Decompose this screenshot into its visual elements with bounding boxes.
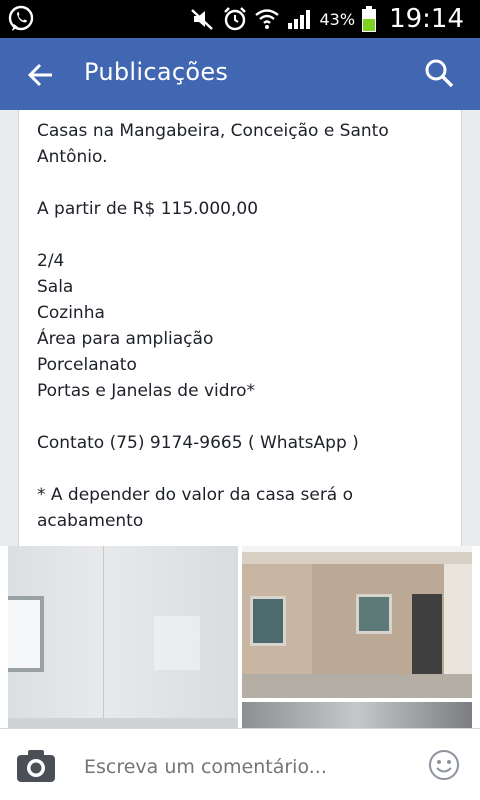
photo-third[interactable]	[242, 702, 472, 728]
search-icon[interactable]	[424, 58, 454, 88]
post-line: A partir de R$ 115.000,00	[37, 199, 259, 219]
post-line: Casas na Mangabeira, Conceição e Santo A…	[37, 121, 389, 167]
comment-bar	[0, 728, 480, 800]
wifi-icon	[254, 9, 279, 29]
post-photos	[0, 546, 480, 728]
post-card: Casas na Mangabeira, Conceição e Santo A…	[18, 110, 462, 546]
photo-exterior[interactable]	[242, 546, 472, 698]
arrow-left-icon[interactable]	[26, 60, 56, 90]
alarm-icon	[223, 7, 246, 31]
clock: 19:14	[389, 4, 464, 34]
app-bar: Publicações	[0, 38, 480, 110]
camera-icon[interactable]	[16, 749, 56, 783]
status-icons: 43% 19:14	[190, 0, 464, 38]
post-body: Casas na Mangabeira, Conceição e Santo A…	[37, 118, 447, 534]
mute-icon	[190, 9, 213, 30]
status-bar: 43% 19:14	[0, 0, 480, 38]
battery-percent: 43%	[319, 9, 356, 29]
post-line: Cozinha	[37, 303, 105, 323]
post-line: * A depender do valor da casa será o aca…	[37, 485, 354, 531]
post-line: Sala	[37, 277, 74, 297]
emoji-icon[interactable]	[428, 749, 460, 781]
comment-input[interactable]	[84, 753, 404, 781]
post-line: Contato (75) 9174-9665 ( WhatsApp )	[37, 433, 359, 453]
post-line: Porcelanato	[37, 355, 137, 375]
signal-icon	[287, 10, 310, 29]
photo-interior[interactable]	[8, 546, 238, 728]
post-line: Portas e Janelas de vidro*	[37, 381, 256, 401]
post-line: 2/4	[37, 251, 65, 271]
battery-icon	[362, 6, 377, 32]
page-title: Publicações	[84, 58, 229, 86]
whatsapp-icon	[8, 5, 34, 31]
post-line: Área para ampliação	[37, 329, 214, 349]
